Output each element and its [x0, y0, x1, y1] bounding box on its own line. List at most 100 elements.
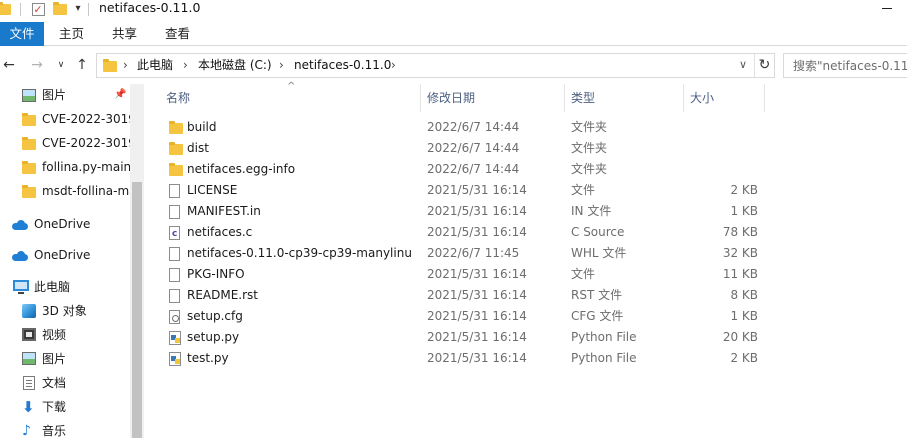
file-row-manifest[interactable]: MANIFEST.in 2021/5/31 16:14 IN 文件 1 KB — [162, 201, 774, 222]
minimize-icon[interactable] — [882, 8, 892, 9]
file-type: 文件 — [571, 183, 596, 197]
pin-icon[interactable]: 📌 — [114, 84, 126, 106]
nav-item-label: msdt-follina-main — [42, 184, 130, 198]
tab-home[interactable]: 主页 — [59, 22, 84, 46]
folder-icon — [22, 185, 36, 198]
file-row-readme[interactable]: README.rst 2021/5/31 16:14 RST 文件 8 KB — [162, 285, 774, 306]
file-icon — [169, 247, 180, 261]
nav-item-label: 3D 对象 — [42, 304, 87, 318]
music-icon: ♪ — [22, 423, 31, 438]
quick-access-divider — [20, 3, 21, 16]
breadcrumb-this-pc[interactable]: 此电脑 — [137, 54, 173, 77]
file-icon — [169, 289, 180, 303]
new-folder-icon[interactable] — [52, 1, 68, 17]
nav-item-label: follina.py-main — [42, 160, 130, 174]
file-size: 1 KB — [730, 204, 758, 218]
file-row-build[interactable]: build 2022/6/7 14:44 文件夹 — [162, 117, 774, 138]
file-date: 2022/6/7 14:44 — [427, 162, 520, 176]
file-size: 11 KB — [722, 267, 758, 281]
nav-item-follina-folder[interactable]: follina.py-main — [0, 156, 130, 178]
breadcrumb-current-folder[interactable]: netifaces-0.11.0 — [294, 54, 391, 77]
address-dropdown-icon[interactable]: ∨ — [734, 55, 752, 75]
recent-dropdown-icon[interactable]: ∨ — [52, 55, 70, 75]
nav-item-label: OneDrive — [34, 248, 91, 262]
file-row-whl[interactable]: netifaces-0.11.0-cp39-cp39-manylinu... 2… — [162, 243, 774, 264]
folder-icon — [169, 142, 183, 155]
nav-item-music[interactable]: ♪ 音乐 — [0, 420, 130, 438]
file-name: README.rst — [187, 288, 259, 302]
column-divider[interactable] — [420, 84, 421, 112]
file-name: LICENSE — [187, 183, 238, 197]
file-size: 1 KB — [730, 309, 758, 323]
file-name: netifaces-0.11.0-cp39-cp39-manylinu... — [187, 246, 412, 260]
forward-arrow-icon[interactable]: → — [28, 55, 46, 75]
onedrive-icon — [12, 220, 28, 230]
file-type: WHL 文件 — [571, 246, 627, 260]
up-arrow-icon[interactable]: ↑ — [73, 55, 91, 75]
search-box[interactable] — [783, 53, 907, 78]
refresh-icon[interactable]: ↻ — [754, 54, 774, 77]
column-divider[interactable] — [683, 84, 684, 112]
file-date: 2021/5/31 16:14 — [427, 204, 527, 218]
nav-item-cve-folder-1[interactable]: CVE-2022-30190 — [0, 108, 130, 130]
sort-ascending-icon: ^ — [287, 81, 296, 92]
file-row-setup-cfg[interactable]: setup.cfg 2021/5/31 16:14 CFG 文件 1 KB — [162, 306, 774, 327]
nav-item-cve-folder-2[interactable]: CVE-2022-30190 — [0, 132, 130, 154]
back-arrow-icon[interactable]: ← — [0, 55, 18, 75]
file-type: C Source — [571, 225, 625, 239]
file-row-dist[interactable]: dist 2022/6/7 14:44 文件夹 — [162, 138, 774, 159]
tab-share[interactable]: 共享 — [112, 22, 137, 46]
file-type: 文件夹 — [571, 162, 608, 176]
file-row-egg-info[interactable]: netifaces.egg-info 2022/6/7 14:44 文件夹 — [162, 159, 774, 180]
nav-item-label: 图片 — [42, 88, 67, 102]
column-header-size[interactable]: 大小 — [690, 84, 714, 112]
file-row-license[interactable]: LICENSE 2021/5/31 16:14 文件 2 KB — [162, 180, 774, 201]
nav-item-pictures[interactable]: 图片 — [0, 348, 130, 370]
file-row-netifaces-c[interactable]: netifaces.c 2021/5/31 16:14 C Source 78 … — [162, 222, 774, 245]
file-row-setup-py[interactable]: setup.py 2021/5/31 16:14 Python File 20 … — [162, 327, 774, 348]
nav-item-onedrive-1[interactable]: OneDrive — [0, 213, 130, 235]
folder-icon — [169, 163, 183, 176]
nav-item-pictures-pinned[interactable]: 图片 📌 — [0, 84, 130, 106]
properties-check-icon[interactable]: ✓ — [30, 1, 46, 17]
3d-objects-icon — [22, 304, 36, 318]
nav-item-label: 音乐 — [42, 424, 67, 438]
address-bar[interactable]: › 此电脑 › 本地磁盘 (C:) › netifaces-0.11.0 › — [96, 53, 775, 78]
chevron-right-icon[interactable]: › — [391, 54, 396, 77]
nav-pane-scrollbar[interactable] — [130, 84, 144, 438]
file-row-pkg-info[interactable]: PKG-INFO 2021/5/31 16:14 文件 11 KB — [162, 264, 774, 285]
chevron-right-icon[interactable]: › — [123, 54, 128, 77]
tab-view[interactable]: 查看 — [165, 22, 190, 46]
column-divider[interactable] — [564, 84, 565, 112]
nav-item-downloads[interactable]: ⬇ 下载 — [0, 396, 130, 418]
file-name: build — [187, 120, 217, 134]
scrollbar-thumb[interactable] — [132, 182, 142, 438]
search-input[interactable] — [784, 54, 907, 77]
nav-item-label: 文档 — [42, 376, 67, 390]
nav-item-documents[interactable]: 文档 — [0, 372, 130, 394]
document-icon — [23, 376, 35, 390]
chevron-right-icon[interactable]: › — [279, 54, 284, 77]
column-header-type[interactable]: 类型 — [571, 84, 595, 112]
nav-item-this-pc[interactable]: 此电脑 — [0, 276, 130, 298]
file-row-test-py[interactable]: test.py 2021/5/31 16:14 Python File 2 KB — [162, 348, 774, 369]
nav-item-3d-objects[interactable]: 3D 对象 — [0, 300, 130, 322]
column-header-date[interactable]: 修改日期 — [427, 84, 475, 112]
chevron-right-icon[interactable]: › — [183, 54, 188, 77]
nav-item-label: 图片 — [42, 352, 67, 366]
nav-item-msdt-folder[interactable]: msdt-follina-main — [0, 180, 130, 202]
file-icon — [169, 268, 180, 282]
column-divider[interactable] — [764, 84, 765, 112]
file-size: 2 KB — [730, 183, 758, 197]
tab-file[interactable]: 文件 — [0, 22, 44, 46]
nav-item-onedrive-2[interactable]: OneDrive — [0, 244, 130, 266]
file-type: RST 文件 — [571, 288, 623, 302]
app-folder-icon — [0, 1, 12, 17]
ribbon-tabs: 文件 主页 共享 查看 — [0, 22, 907, 46]
file-type: Python File — [571, 351, 637, 365]
breadcrumb-local-disk[interactable]: 本地磁盘 (C:) — [198, 54, 272, 77]
nav-item-videos[interactable]: 视频 — [0, 324, 130, 346]
file-icon — [169, 184, 180, 198]
customize-dropdown-icon[interactable]: ▾ — [72, 1, 84, 17]
column-header-name[interactable]: 名称 — [166, 84, 190, 112]
